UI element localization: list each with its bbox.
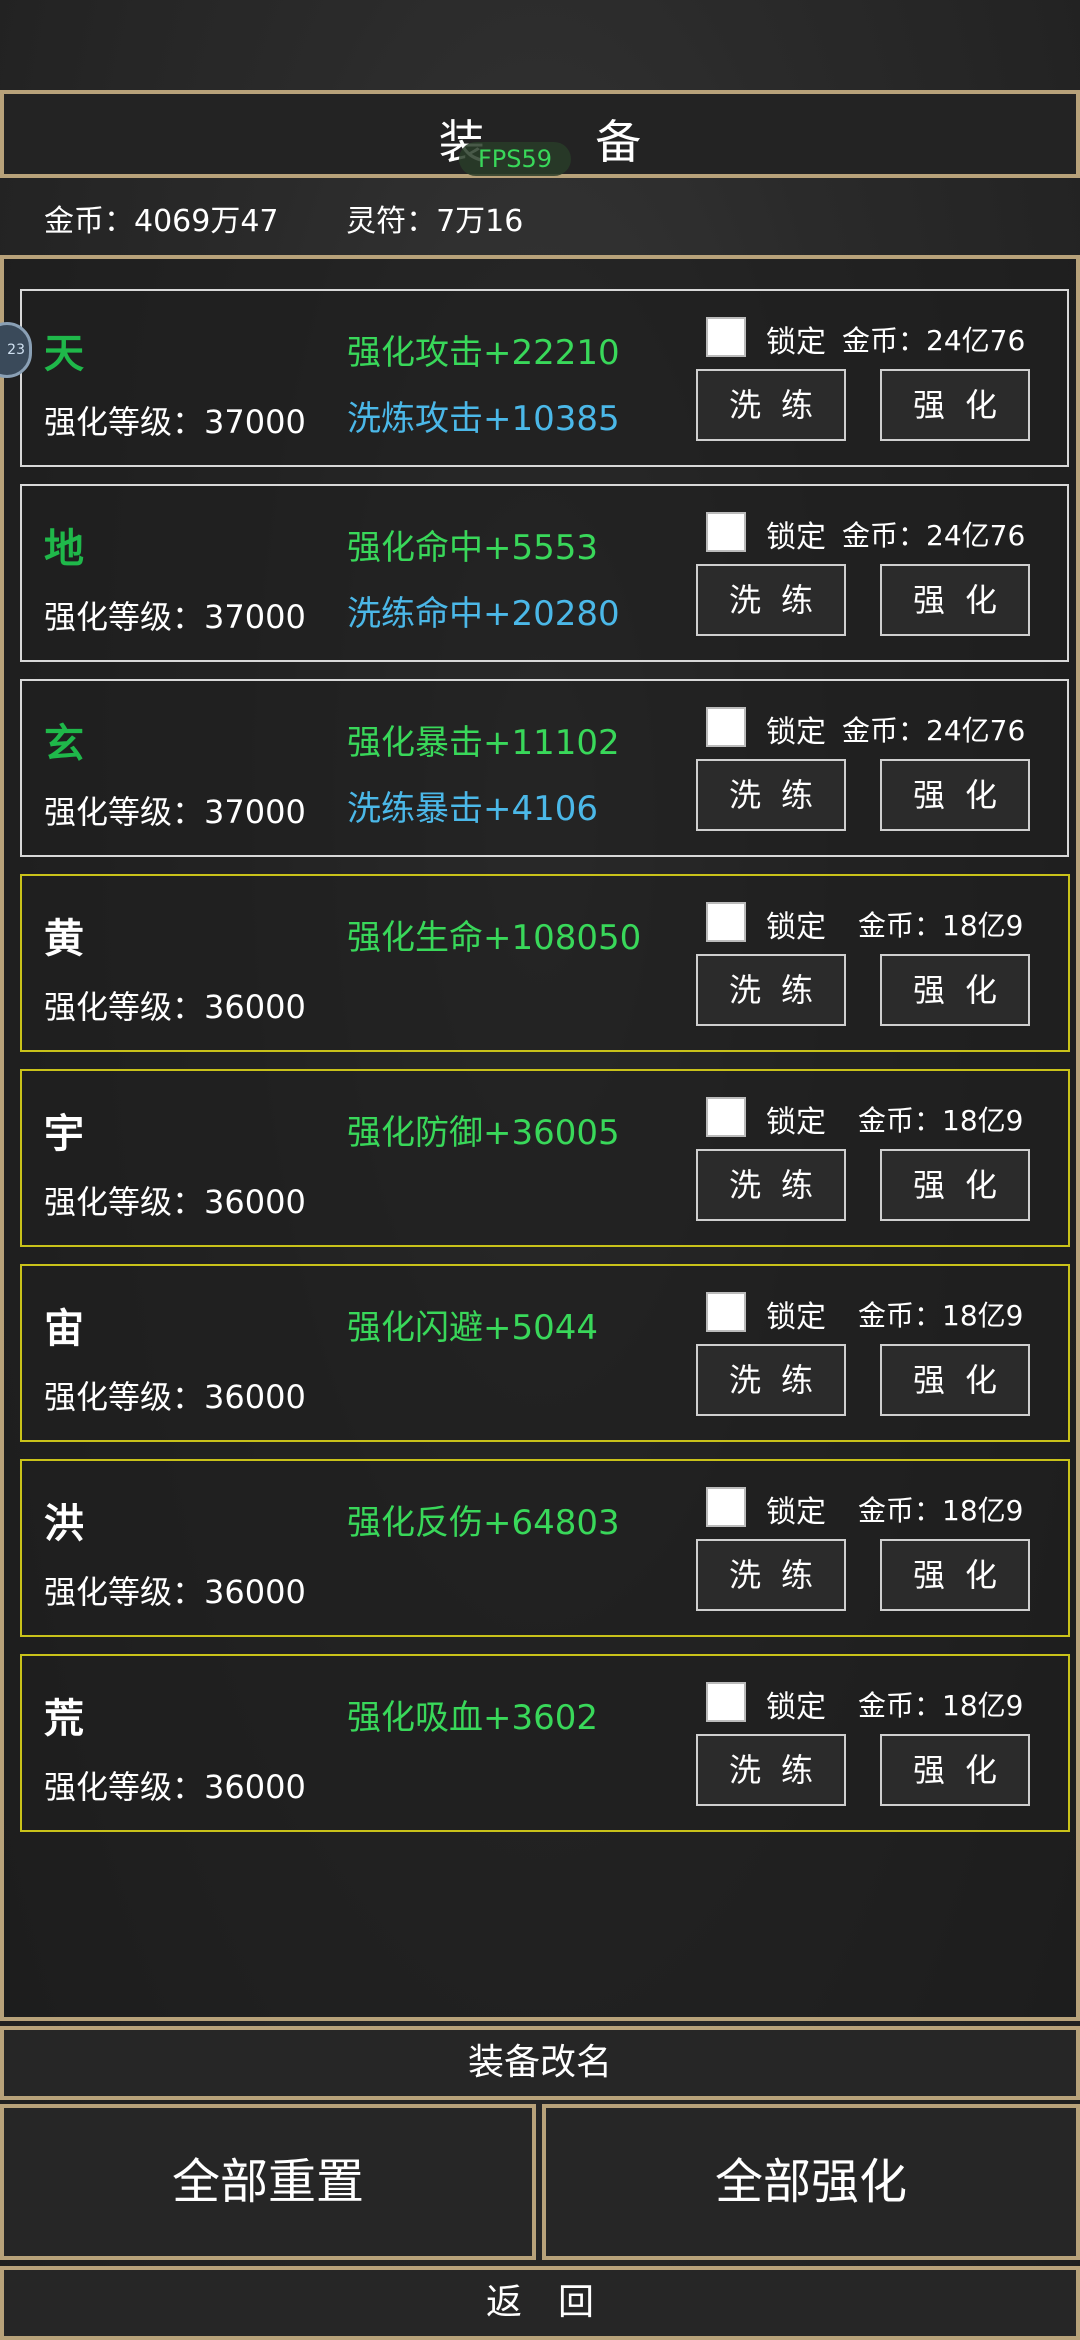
stat-enhance: 强化闪避+5044 (347, 1308, 599, 1348)
lock-label: 锁定 (766, 1105, 826, 1140)
gold-balance: 金币：4069万47 (44, 204, 279, 239)
item-name: 玄 (44, 721, 84, 767)
equipment-panel: 天 强化等级：37000 强化攻击+22210 洗炼攻击+10385 锁定 金币… (0, 255, 1080, 2021)
lock-checkbox[interactable] (706, 1292, 746, 1332)
lock-checkbox[interactable] (706, 902, 746, 942)
wash-button[interactable]: 洗练 (696, 1149, 846, 1221)
item-name: 天 (44, 331, 84, 377)
equipment-item-xuan: 玄 强化等级：37000 强化暴击+11102 洗练暴击+4106 锁定 金币：… (20, 679, 1069, 857)
lock-label: 锁定 (766, 1690, 826, 1725)
enhance-all-button[interactable]: 全部强化 (542, 2104, 1080, 2260)
stat-enhance: 强化反伤+64803 (347, 1503, 620, 1543)
enhance-cost: 金币：24亿76 (842, 714, 1026, 747)
lock-label: 锁定 (766, 325, 826, 360)
wash-button[interactable]: 洗练 (696, 1734, 846, 1806)
item-level: 强化等级：36000 (44, 988, 306, 1026)
enhance-cost: 金币：24亿76 (842, 519, 1026, 552)
talisman-balance: 灵符：7万16 (346, 204, 524, 239)
lock-checkbox[interactable] (706, 317, 746, 357)
enhance-button[interactable]: 强化 (880, 954, 1030, 1026)
enhance-cost: 金币：18亿9 (858, 909, 1024, 942)
equipment-item-tian: 天 强化等级：37000 强化攻击+22210 洗炼攻击+10385 锁定 金币… (20, 289, 1069, 467)
enhance-button[interactable]: 强化 (880, 564, 1030, 636)
enhance-button[interactable]: 强化 (880, 1539, 1030, 1611)
stat-enhance: 强化暴击+11102 (347, 723, 620, 763)
enhance-button[interactable]: 强化 (880, 759, 1030, 831)
lock-label: 锁定 (766, 910, 826, 945)
stat-refine: 洗炼攻击+10385 (347, 399, 620, 439)
equipment-item-yu: 宇 强化等级：36000 强化防御+36005 锁定 金币：18亿9 洗练 强化 (20, 1069, 1070, 1247)
enhance-cost: 金币：18亿9 (858, 1494, 1024, 1527)
equipment-item-di: 地 强化等级：37000 强化命中+5553 洗练命中+20280 锁定 金币：… (20, 484, 1069, 662)
stat-enhance: 强化攻击+22210 (347, 333, 620, 373)
stat-enhance: 强化命中+5553 (347, 528, 599, 568)
item-level: 强化等级：36000 (44, 1183, 306, 1221)
wash-button[interactable]: 洗练 (696, 1539, 846, 1611)
item-name: 地 (44, 526, 84, 572)
item-name: 黄 (44, 916, 84, 962)
lock-label: 锁定 (766, 1495, 826, 1530)
fps-badge: FPS59 (459, 142, 571, 176)
item-level: 强化等级：36000 (44, 1768, 306, 1806)
reset-all-button[interactable]: 全部重置 (0, 2104, 536, 2260)
lock-checkbox[interactable] (706, 1097, 746, 1137)
equipment-item-zhou: 宙 强化等级：36000 强化闪避+5044 锁定 金币：18亿9 洗练 强化 (20, 1264, 1070, 1442)
item-level: 强化等级：37000 (44, 403, 306, 441)
lock-label: 锁定 (766, 520, 826, 555)
stat-enhance: 强化生命+108050 (347, 918, 642, 958)
stat-refine: 洗练命中+20280 (347, 594, 620, 634)
rename-equipment-button[interactable]: 装备改名 (0, 2026, 1080, 2100)
equipment-item-huang2: 荒 强化等级：36000 强化吸血+3602 锁定 金币：18亿9 洗练 强化 (20, 1654, 1070, 1832)
equipment-item-hong: 洪 强化等级：36000 强化反伤+64803 锁定 金币：18亿9 洗练 强化 (20, 1459, 1070, 1637)
enhance-cost: 金币：24亿76 (842, 324, 1026, 357)
item-level: 强化等级：36000 (44, 1378, 306, 1416)
item-name: 宇 (44, 1111, 84, 1157)
currency-row: 金币：4069万47 灵符：7万16 (44, 196, 581, 240)
lock-label: 锁定 (766, 1300, 826, 1335)
wash-button[interactable]: 洗练 (696, 759, 846, 831)
lock-label: 锁定 (766, 715, 826, 750)
enhance-button[interactable]: 强化 (880, 1344, 1030, 1416)
item-level: 强化等级：37000 (44, 598, 306, 636)
enhance-cost: 金币：18亿9 (858, 1299, 1024, 1332)
enhance-button[interactable]: 强化 (880, 369, 1030, 441)
item-name: 洪 (44, 1501, 84, 1547)
equipment-item-huang: 黄 强化等级：36000 强化生命+108050 锁定 金币：18亿9 洗练 强… (20, 874, 1070, 1052)
stat-refine: 洗练暴击+4106 (347, 789, 599, 829)
enhance-button[interactable]: 强化 (880, 1734, 1030, 1806)
lock-checkbox[interactable] (706, 512, 746, 552)
stat-enhance: 强化防御+36005 (347, 1113, 620, 1153)
wash-button[interactable]: 洗练 (696, 369, 846, 441)
wash-button[interactable]: 洗练 (696, 954, 846, 1026)
stat-enhance: 强化吸血+3602 (347, 1698, 599, 1738)
enhance-cost: 金币：18亿9 (858, 1689, 1024, 1722)
item-name: 荒 (44, 1696, 84, 1742)
enhance-button[interactable]: 强化 (880, 1149, 1030, 1221)
back-button[interactable]: 返回 (0, 2266, 1080, 2340)
item-name: 宙 (44, 1306, 84, 1352)
lock-checkbox[interactable] (706, 1487, 746, 1527)
wash-button[interactable]: 洗练 (696, 1344, 846, 1416)
wash-button[interactable]: 洗练 (696, 564, 846, 636)
lock-checkbox[interactable] (706, 1682, 746, 1722)
lock-checkbox[interactable] (706, 707, 746, 747)
item-level: 强化等级：37000 (44, 793, 306, 831)
item-level: 强化等级：36000 (44, 1573, 306, 1611)
enhance-cost: 金币：18亿9 (858, 1104, 1024, 1137)
